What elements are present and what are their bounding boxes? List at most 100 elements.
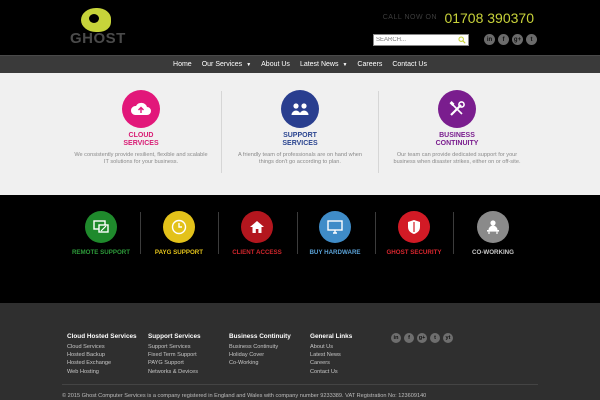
monitor-icon (319, 211, 351, 243)
service-cloud[interactable]: CLOUD SERVICES We consistently provide r… (62, 73, 220, 195)
facebook-icon[interactable]: f (498, 34, 509, 45)
nav-home[interactable]: Home (168, 61, 197, 68)
nav-label: Home (173, 61, 192, 68)
feature-label: CLIENT ACCESS (232, 249, 282, 256)
feature-client-access[interactable]: CLIENT ACCESS (223, 211, 291, 256)
feature-label: PAYG SUPPORT (154, 249, 204, 256)
service-title-line: SERVICES (282, 140, 318, 147)
call-now-label: CALL NOW ON (382, 14, 437, 21)
header: GHOST CALL NOW ON 01708 390370 in f g+ t (0, 0, 600, 55)
feature-co-working[interactable]: CO-WORKING (459, 211, 527, 256)
person-desk-icon (477, 211, 509, 243)
feature-payg-support[interactable]: PAYG SUPPORT (145, 211, 213, 256)
footer-link[interactable]: Cloud Services (67, 343, 149, 351)
service-title-line: SUPPORT (283, 132, 317, 139)
people-icon (281, 90, 319, 128)
service-title-line: SERVICES (123, 140, 159, 147)
divider (453, 212, 454, 254)
divider (218, 212, 219, 254)
header-social-links: in f g+ t (484, 34, 537, 45)
footer-link[interactable]: Support Services (148, 343, 230, 351)
nav-careers[interactable]: Careers (352, 61, 387, 68)
nav-latest-news[interactable]: Latest News ▼ (295, 61, 352, 68)
nav-contact-us[interactable]: Contact Us (387, 61, 432, 68)
nav-label: Our Services (201, 61, 243, 68)
footer-heading: Business Continuity (229, 333, 291, 340)
nav-our-services[interactable]: Our Services ▼ (197, 61, 256, 68)
features-section: REMOTE SUPPORT PAYG SUPPORT CLIENT ACCES… (0, 195, 600, 303)
linkedin-icon[interactable]: in (484, 34, 495, 45)
feature-label: REMOTE SUPPORT (71, 249, 131, 256)
footer-social-links: in f g+ t yt (391, 333, 453, 343)
phone-number[interactable]: 01708 390370 (444, 10, 534, 26)
divider (375, 212, 376, 254)
footer-link[interactable]: Fixed Term Support (148, 351, 230, 359)
footer-column-general: General Links About Us Latest News Caree… (310, 333, 392, 376)
footer-link[interactable]: PAYG Support (148, 359, 230, 367)
service-continuity[interactable]: BUSINESS CONTINUITY Our team can provide… (378, 73, 536, 195)
logo-text: GHOST (70, 30, 126, 47)
google-plus-icon[interactable]: g+ (417, 333, 427, 343)
search-icon[interactable] (458, 36, 466, 44)
caret-down-icon: ▼ (246, 62, 252, 68)
feature-label: CO-WORKING (472, 249, 514, 256)
service-title: BUSINESS CONTINUITY (378, 132, 536, 148)
linkedin-icon[interactable]: in (391, 333, 401, 343)
search-input[interactable] (376, 35, 454, 45)
footer-link[interactable]: Hosted Backup (67, 351, 149, 359)
footer-link[interactable]: Business Continuity (229, 343, 311, 351)
nav-label: About Us (261, 61, 290, 68)
feature-label: GHOST SECURITY (386, 249, 442, 256)
nav-label: Latest News (299, 61, 339, 68)
nav-about-us[interactable]: About Us (256, 61, 295, 68)
copyright: © 2015 Ghost Computer Services is a comp… (62, 393, 427, 399)
footer-link[interactable]: About Us (310, 343, 392, 351)
footer-heading: Cloud Hosted Services (67, 333, 137, 340)
call-now: CALL NOW ON 01708 390370 (383, 10, 534, 26)
youtube-icon[interactable]: yt (443, 333, 453, 343)
remote-support-icon (85, 211, 117, 243)
footer-heading: Support Services (148, 333, 201, 340)
cloud-upload-icon (122, 90, 160, 128)
google-plus-icon[interactable]: g+ (512, 34, 523, 45)
clock-icon (163, 211, 195, 243)
footer-column-continuity: Business Continuity Business Continuity … (229, 333, 311, 368)
service-description: Our team can provide dedicated support f… (393, 152, 521, 166)
footer-link[interactable]: Networks & Devices (148, 368, 230, 376)
services-section: CLOUD SERVICES We consistently provide r… (0, 73, 600, 195)
footer-link[interactable]: Web Hosting (67, 368, 149, 376)
service-description: A friendly team of professionals are on … (237, 152, 363, 166)
footer-link[interactable]: Co-Working (229, 359, 311, 367)
service-support[interactable]: SUPPORT SERVICES A friendly team of prof… (221, 73, 379, 195)
footer-column-cloud: Cloud Hosted Services Cloud Services Hos… (67, 333, 149, 376)
footer: Cloud Hosted Services Cloud Services Hos… (0, 303, 600, 400)
footer-link[interactable]: Contact Us (310, 368, 392, 376)
tools-icon (438, 90, 476, 128)
caret-down-icon: ▼ (342, 62, 348, 68)
shield-icon (398, 211, 430, 243)
main-nav: Home Our Services ▼ About Us Latest News ▼… (0, 55, 600, 73)
search-box (373, 34, 469, 46)
footer-link[interactable]: Holiday Cover (229, 351, 311, 359)
facebook-icon[interactable]: f (404, 333, 414, 343)
service-title-line: CONTINUITY (435, 140, 479, 147)
nav-label: Careers (357, 61, 383, 68)
twitter-icon[interactable]: t (526, 34, 537, 45)
footer-link[interactable]: Hosted Exchange (67, 359, 149, 367)
nav-label: Contact Us (392, 61, 427, 68)
footer-link[interactable]: Careers (310, 359, 392, 367)
house-icon (241, 211, 273, 243)
footer-link[interactable]: Latest News (310, 351, 392, 359)
feature-ghost-security[interactable]: GHOST SECURITY (380, 211, 448, 256)
feature-buy-hardware[interactable]: BUY HARDWARE (301, 211, 369, 256)
feature-remote-support[interactable]: REMOTE SUPPORT (67, 211, 135, 256)
twitter-icon[interactable]: t (430, 333, 440, 343)
service-title: CLOUD SERVICES (62, 132, 220, 148)
footer-heading: General Links (310, 333, 353, 340)
logo-mark-icon (81, 8, 111, 32)
service-title: SUPPORT SERVICES (221, 132, 379, 148)
logo[interactable]: GHOST (68, 6, 134, 47)
divider (140, 212, 141, 254)
feature-label: BUY HARDWARE (309, 249, 361, 256)
divider (297, 212, 298, 254)
